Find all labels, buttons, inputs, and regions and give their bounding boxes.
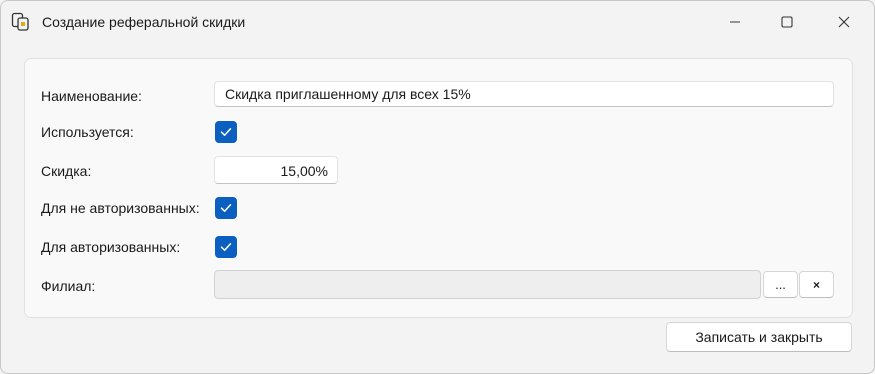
app-copy-icon [11, 12, 31, 32]
discount-label: Скидка: [41, 163, 92, 179]
minimize-icon [730, 21, 740, 23]
dialog-window: Создание реферальной скидки Наименование… [0, 0, 875, 374]
used-checkbox[interactable] [215, 121, 237, 143]
unauthorized-label: Для не авторизованных: [41, 200, 200, 216]
window-title: Создание реферальной скидки [42, 14, 246, 30]
close-button[interactable] [819, 1, 869, 43]
checkmark-icon [220, 204, 232, 212]
branch-clear-button[interactable]: × [799, 271, 834, 298]
save-and-close-button[interactable]: Записать и закрыть [666, 322, 852, 352]
maximize-icon [781, 16, 793, 28]
maximize-button[interactable] [762, 1, 812, 43]
branch-field[interactable] [214, 270, 761, 299]
title-bar: Создание реферальной скидки [1, 1, 874, 43]
checkmark-icon [220, 128, 232, 136]
checkmark-icon [220, 243, 232, 251]
close-icon [838, 16, 850, 28]
name-label: Наименование: [41, 88, 142, 104]
authorized-label: Для авторизованных: [41, 239, 181, 255]
unauthorized-checkbox[interactable] [215, 197, 237, 219]
discount-field[interactable]: 15,00% [214, 156, 338, 184]
branch-select-button[interactable]: ... [763, 271, 798, 298]
name-field[interactable]: Скидка приглашенному для всех 15% [214, 81, 834, 107]
branch-label: Филиал: [41, 278, 96, 294]
authorized-checkbox[interactable] [215, 236, 237, 258]
used-label: Используется: [41, 124, 134, 140]
minimize-button[interactable] [710, 1, 760, 43]
